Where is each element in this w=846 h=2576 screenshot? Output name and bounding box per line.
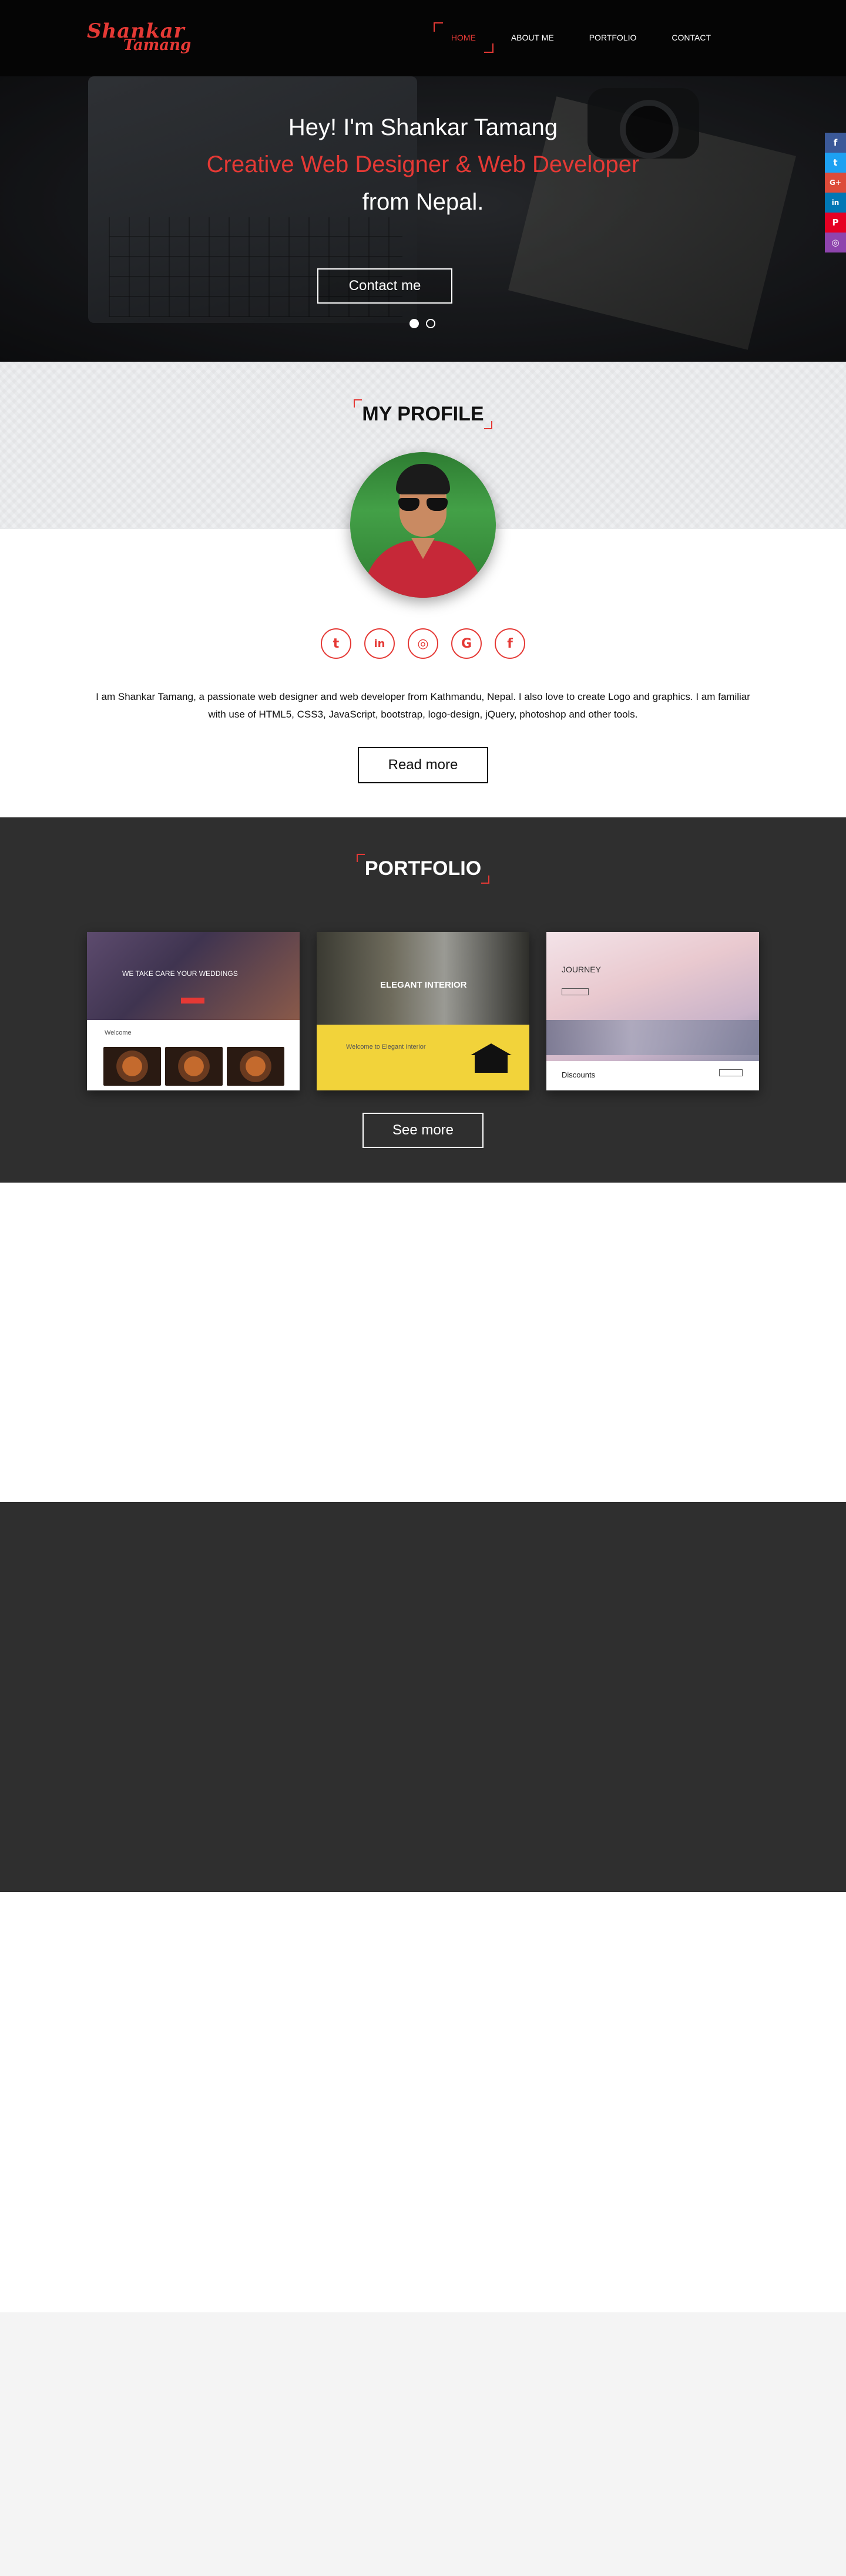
- portfolio-title: PORTFOLIO: [0, 854, 846, 884]
- slider-dot-1[interactable]: [409, 319, 419, 328]
- profile-title-text: MY PROFILE: [354, 399, 492, 429]
- twitter-icon[interactable]: t: [321, 628, 351, 659]
- nav-item-home[interactable]: HOME: [433, 22, 494, 53]
- card3-footer: Discounts: [562, 1070, 596, 1079]
- portfolio-section: PORTFOLIO WE TAKE CARE YOUR WEDDINGS Wel…: [0, 817, 846, 1183]
- page-footer: [0, 2312, 846, 2576]
- twitter-icon[interactable]: t: [825, 153, 846, 173]
- facebook-icon[interactable]: f: [825, 133, 846, 153]
- google-icon[interactable]: G: [451, 628, 482, 659]
- profile-social-links: t in ◎ G f: [321, 628, 525, 659]
- card2-subtitle: Welcome to Elegant Interior: [346, 1043, 426, 1050]
- profile-title: MY PROFILE: [0, 399, 846, 429]
- empty-section-2: [0, 1502, 846, 1892]
- see-more-button[interactable]: See more: [362, 1113, 484, 1148]
- nav-item-about[interactable]: ABOUT ME: [494, 25, 572, 50]
- contact-me-button[interactable]: Contact me: [317, 268, 452, 304]
- card1-subtitle: Welcome: [105, 1029, 132, 1036]
- floating-social-bar: f t G+ in P ◎: [825, 133, 846, 252]
- brand-logo-line2: Tamang: [123, 36, 192, 54]
- hero-location: from Nepal.: [362, 189, 484, 215]
- card1-headline: WE TAKE CARE YOUR WEDDINGS: [122, 969, 238, 978]
- hero-greeting: Hey! I'm Shankar Tamang: [288, 115, 558, 140]
- card3-headline: JOURNEY: [562, 965, 601, 974]
- linkedin-icon[interactable]: in: [364, 628, 395, 659]
- hero-section: Hey! I'm Shankar Tamang Creative Web Des…: [0, 76, 846, 362]
- brand-logo[interactable]: Shankar Tamang: [87, 21, 191, 53]
- main-menu: HOME ABOUT ME PORTFOLIO CONTACT: [433, 22, 728, 53]
- pinterest-icon[interactable]: P: [825, 213, 846, 233]
- facebook-icon[interactable]: f: [495, 628, 525, 659]
- empty-section-3: [0, 1892, 846, 2312]
- card2-headline: ELEGANT INTERIOR: [380, 980, 467, 990]
- instagram-icon[interactable]: ◎: [825, 233, 846, 252]
- slider-dots: [409, 319, 435, 328]
- read-more-button[interactable]: Read more: [358, 747, 488, 783]
- profile-avatar: [350, 452, 496, 598]
- portfolio-card-wedding[interactable]: WE TAKE CARE YOUR WEDDINGS Welcome: [87, 932, 300, 1090]
- google-plus-icon[interactable]: G+: [825, 173, 846, 193]
- nav-item-contact[interactable]: CONTACT: [654, 25, 728, 50]
- instagram-icon[interactable]: ◎: [408, 628, 438, 659]
- profile-bio: I am Shankar Tamang, a passionate web de…: [96, 691, 750, 720]
- hero-role: Creative Web Designer & Web Developer: [206, 151, 640, 177]
- slider-dot-2[interactable]: [426, 319, 435, 328]
- portfolio-card-journey[interactable]: JOURNEY Discounts: [546, 932, 759, 1090]
- portfolio-title-text: PORTFOLIO: [356, 854, 490, 884]
- empty-section-1: [0, 1183, 846, 1502]
- portfolio-card-interior[interactable]: ELEGANT INTERIOR Welcome to Elegant Inte…: [317, 932, 529, 1090]
- top-navbar: Shankar Tamang HOME ABOUT ME PORTFOLIO C…: [0, 0, 846, 76]
- linkedin-icon[interactable]: in: [825, 193, 846, 213]
- nav-item-portfolio[interactable]: PORTFOLIO: [572, 25, 654, 50]
